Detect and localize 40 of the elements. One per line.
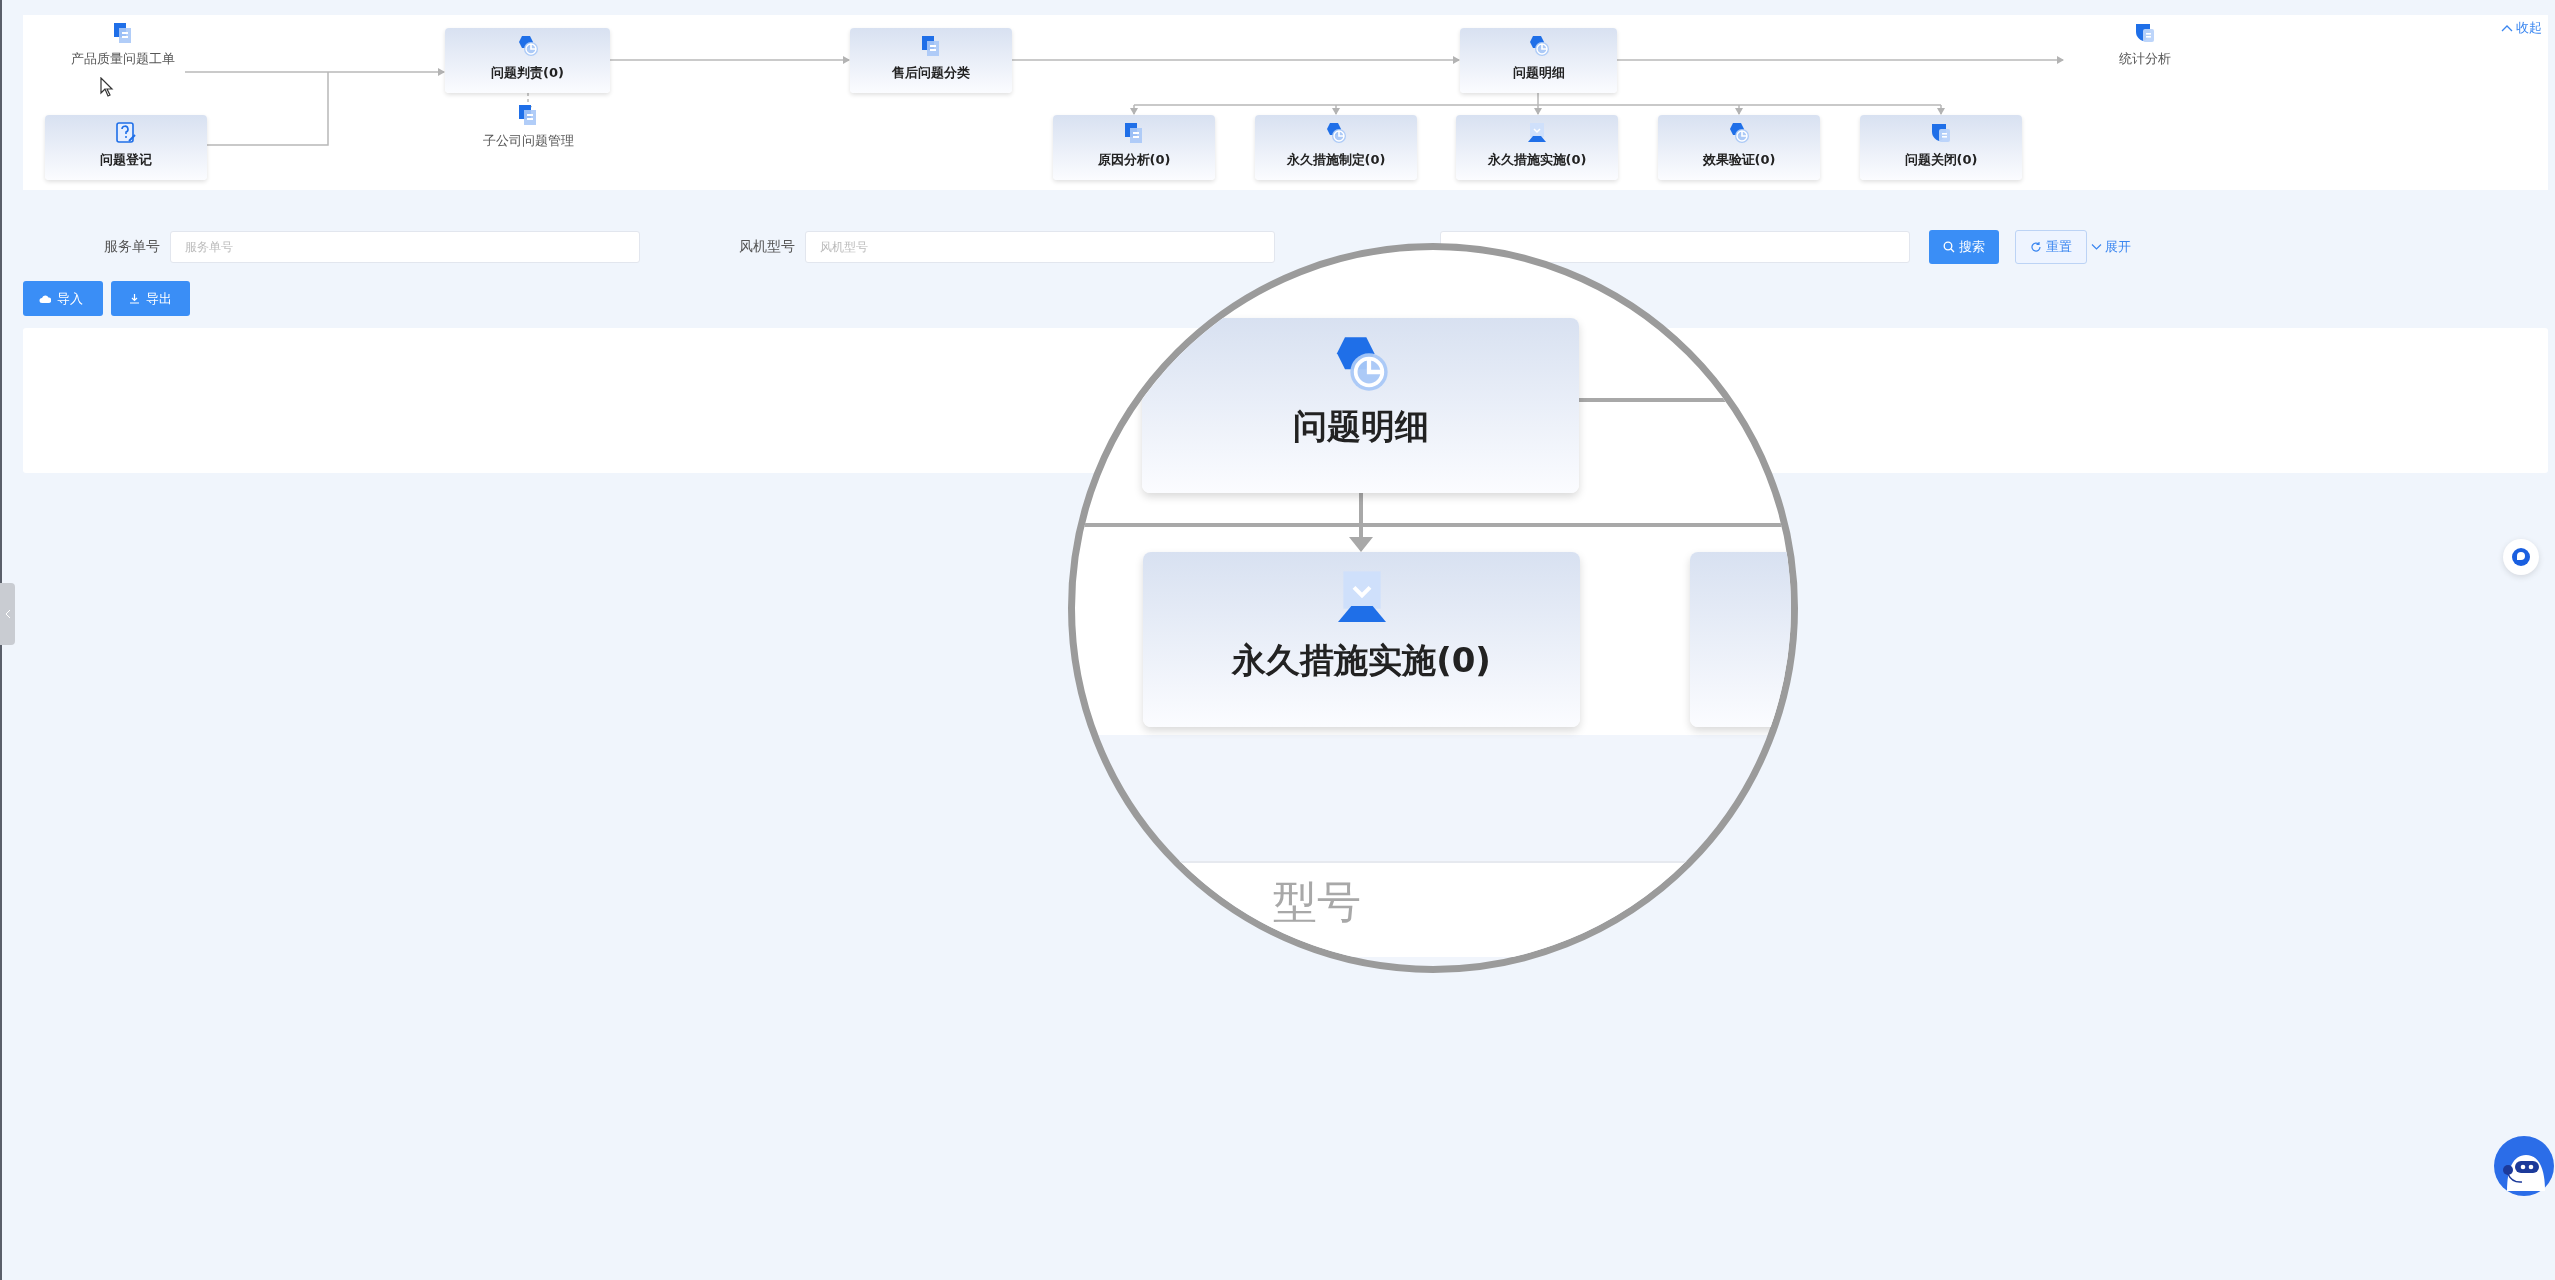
pie-chart-icon	[1727, 121, 1751, 145]
chat-icon	[2511, 547, 2531, 567]
chevron-down-icon	[2091, 243, 2102, 251]
flow-node: 永久措施实施(0)	[1143, 552, 1580, 727]
flow-node-label[interactable]: 统计分析	[2119, 50, 2171, 68]
search-icon	[1943, 241, 1955, 253]
cloud-icon	[39, 293, 51, 304]
sidebar-toggle[interactable]	[0, 583, 15, 645]
flow-node[interactable]: 效果验证(0)	[1658, 115, 1820, 180]
shield-icon	[2133, 21, 2157, 45]
input-field[interactable]	[1440, 231, 1910, 263]
flow-node[interactable]: 问题登记	[45, 115, 207, 180]
download-icon	[129, 293, 140, 304]
input-field[interactable]: 服务单号	[170, 231, 640, 263]
field-label: 服务单号	[103, 238, 161, 256]
chevron-icon	[2501, 23, 2513, 33]
question-icon	[114, 121, 138, 145]
field-label: 风机型号	[738, 238, 796, 256]
shield-icon	[1929, 121, 1953, 145]
input-field[interactable]: 风机型号	[805, 231, 1275, 263]
flow-node[interactable]: 问题明细	[1460, 28, 1617, 93]
cursor-icon	[100, 77, 114, 97]
flow-node[interactable]: 问题判责(0)	[445, 28, 610, 93]
flow-node[interactable]: 永久措施实施(0)	[1456, 115, 1618, 180]
chat-button[interactable]	[2503, 539, 2539, 575]
collapse-link[interactable]: 收起	[2501, 19, 2542, 37]
chevron-left-icon	[4, 609, 11, 619]
robot-avatar-icon[interactable]	[2493, 1135, 2555, 1197]
field-label: 型号	[1273, 875, 1361, 929]
pie-chart-icon	[1324, 121, 1348, 145]
flow-node-label[interactable]: 子公司问题管理	[482, 132, 574, 150]
flow-node[interactable]: 问题关闭(0)	[1860, 115, 2022, 180]
pyramid-icon	[1525, 121, 1549, 145]
refresh-icon	[2030, 241, 2042, 253]
connector-arrow	[1349, 493, 1373, 552]
flow-node: 问题明细	[1142, 318, 1579, 493]
flow-node[interactable]: 永久措施制定(0)	[1255, 115, 1417, 180]
flow-node[interactable]: 售后问题分类	[850, 28, 1012, 93]
flow-node-label[interactable]: 产品质量问题工单	[71, 50, 175, 68]
flow-node[interactable]: 原因分析(0)	[1053, 115, 1215, 180]
